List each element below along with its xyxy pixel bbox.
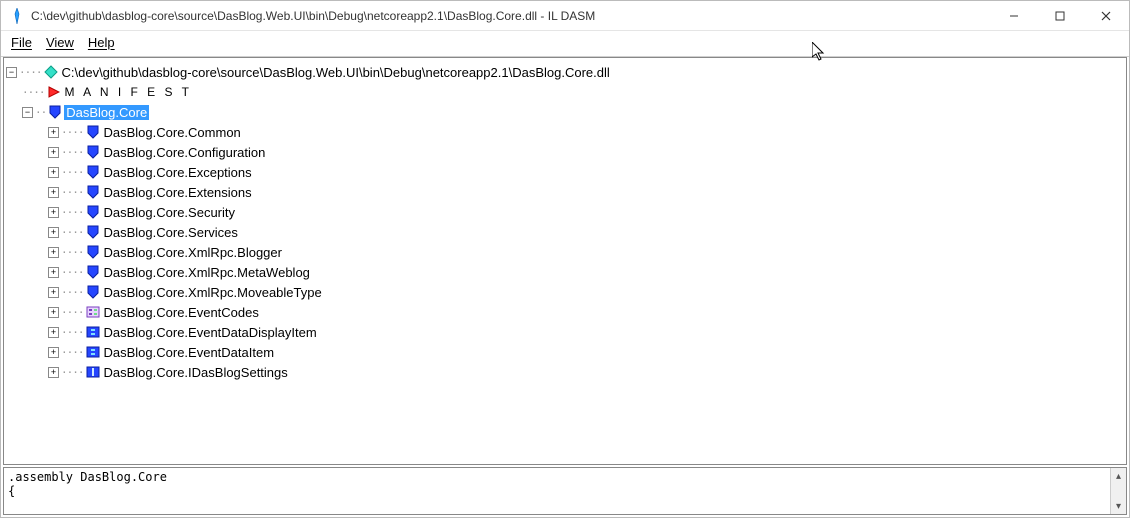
class-icon: [86, 325, 100, 339]
minimize-button[interactable]: [991, 1, 1037, 30]
tree-item-label: DasBlog.Core.EventDataDisplayItem: [102, 325, 319, 340]
shield-icon: [86, 125, 100, 139]
shield-icon: [86, 165, 100, 179]
tree-item[interactable]: +····DasBlog.Core.Security: [6, 202, 1124, 222]
scroll-up-icon[interactable]: ▴: [1111, 468, 1126, 484]
tree-item-label: DasBlog.Core.Exceptions: [102, 165, 254, 180]
expander-icon[interactable]: +: [48, 147, 59, 158]
tree-item-label: DasBlog.Core.EventCodes: [102, 305, 261, 320]
shield-icon: [86, 205, 100, 219]
titlebar: C:\dev\github\dasblog-core\source\DasBlo…: [1, 1, 1129, 31]
expander-icon[interactable]: +: [48, 327, 59, 338]
tree-manifest[interactable]: ···· M A N I F E S T: [6, 82, 1124, 102]
expander-icon[interactable]: −: [6, 67, 17, 78]
tree-item[interactable]: +····DasBlog.Core.Configuration: [6, 142, 1124, 162]
tree-item-label: DasBlog.Core.Services: [102, 225, 240, 240]
expander-icon[interactable]: +: [48, 307, 59, 318]
tree-item[interactable]: +····DasBlog.Core.XmlRpc.Blogger: [6, 242, 1124, 262]
expander-icon[interactable]: +: [48, 187, 59, 198]
manifest-icon: [47, 85, 61, 99]
manifest-label: M A N I F E S T: [63, 85, 194, 99]
detail-pane: .assembly DasBlog.Core { ▴ ▾: [3, 467, 1127, 515]
tree-assembly[interactable]: − ·· DasBlog.Core: [6, 102, 1124, 122]
tree-item[interactable]: +····DasBlog.Core.EventDataItem: [6, 342, 1124, 362]
shield-icon: [86, 225, 100, 239]
menubar: File View Help: [1, 31, 1129, 57]
tree-pane[interactable]: − ···· C:\dev\github\dasblog-core\source…: [3, 57, 1127, 465]
namespace-icon: [48, 105, 62, 119]
close-button[interactable]: [1083, 1, 1129, 30]
class-icon: [86, 345, 100, 359]
tree-item-label: DasBlog.Core.Common: [102, 125, 243, 140]
expander-icon[interactable]: +: [48, 127, 59, 138]
shield-icon: [86, 265, 100, 279]
tree-item[interactable]: +····DasBlog.Core.Exceptions: [6, 162, 1124, 182]
menu-file[interactable]: File: [11, 35, 32, 50]
scroll-down-icon[interactable]: ▾: [1111, 498, 1126, 514]
expander-icon[interactable]: −: [22, 107, 33, 118]
expander-icon[interactable]: +: [48, 207, 59, 218]
tree-item[interactable]: +····DasBlog.Core.Common: [6, 122, 1124, 142]
app-icon: [9, 8, 25, 24]
shield-icon: [86, 185, 100, 199]
tree-root[interactable]: − ···· C:\dev\github\dasblog-core\source…: [6, 62, 1124, 82]
tree-item[interactable]: +····DasBlog.Core.XmlRpc.MoveableType: [6, 282, 1124, 302]
enum-icon: [86, 305, 100, 319]
detail-scrollbar[interactable]: ▴ ▾: [1110, 468, 1126, 514]
tree-item-label: DasBlog.Core.EventDataItem: [102, 345, 277, 360]
shield-icon: [86, 285, 100, 299]
menu-view[interactable]: View: [46, 35, 74, 50]
tree-item-label: DasBlog.Core.XmlRpc.Blogger: [102, 245, 284, 260]
tree-item[interactable]: +····DasBlog.Core.Services: [6, 222, 1124, 242]
expander-icon[interactable]: +: [48, 247, 59, 258]
interface-icon: [86, 365, 100, 379]
assembly-label: DasBlog.Core: [64, 105, 149, 120]
tree-root-label: C:\dev\github\dasblog-core\source\DasBlo…: [60, 65, 612, 80]
tree-item-label: DasBlog.Core.XmlRpc.MoveableType: [102, 285, 324, 300]
detail-text[interactable]: .assembly DasBlog.Core {: [4, 468, 1110, 514]
tree-item[interactable]: +····DasBlog.Core.EventCodes: [6, 302, 1124, 322]
shield-icon: [86, 145, 100, 159]
window-controls: [991, 1, 1129, 30]
expander-icon[interactable]: +: [48, 347, 59, 358]
tree-item[interactable]: +····DasBlog.Core.XmlRpc.MetaWeblog: [6, 262, 1124, 282]
expander-icon[interactable]: +: [48, 367, 59, 378]
menu-help[interactable]: Help: [88, 35, 115, 50]
tree-item[interactable]: +····DasBlog.Core.EventDataDisplayItem: [6, 322, 1124, 342]
tree-item-label: DasBlog.Core.IDasBlogSettings: [102, 365, 290, 380]
window-title: C:\dev\github\dasblog-core\source\DasBlo…: [31, 9, 991, 23]
maximize-button[interactable]: [1037, 1, 1083, 30]
expander-icon[interactable]: +: [48, 267, 59, 278]
expander-icon[interactable]: +: [48, 167, 59, 178]
tree-item-label: DasBlog.Core.XmlRpc.MetaWeblog: [102, 265, 312, 280]
tree-item[interactable]: +····DasBlog.Core.IDasBlogSettings: [6, 362, 1124, 382]
expander-icon[interactable]: +: [48, 287, 59, 298]
tree-item-label: DasBlog.Core.Security: [102, 205, 238, 220]
shield-icon: [86, 245, 100, 259]
tree-item[interactable]: +····DasBlog.Core.Extensions: [6, 182, 1124, 202]
tree-item-label: DasBlog.Core.Extensions: [102, 185, 254, 200]
assembly-root-icon: [44, 65, 58, 79]
tree-item-label: DasBlog.Core.Configuration: [102, 145, 268, 160]
expander-icon[interactable]: +: [48, 227, 59, 238]
